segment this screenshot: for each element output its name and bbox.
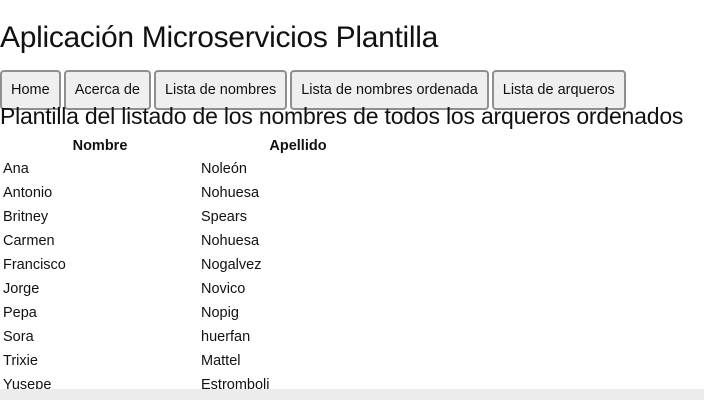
table-row: Sora huerfan: [2, 326, 396, 348]
section-title: Plantilla del listado de los nombres de …: [0, 103, 684, 129]
table-row: Antonio Nohuesa: [2, 182, 396, 204]
cell-apellido: Spears: [201, 209, 247, 225]
cell-nombre: Sora: [3, 329, 34, 345]
horizontal-scrollbar[interactable]: [0, 389, 704, 400]
table-header-row: Nombre Apellido: [2, 136, 396, 156]
names-table: Nombre Apellido Ana Noleón Antonio Nohue…: [0, 134, 398, 398]
cell-apellido: huerfan: [201, 329, 251, 345]
cell-nombre: Carmen: [3, 233, 55, 249]
table-row: Jorge Novico: [2, 278, 396, 300]
page: Aplicación Microservicios Plantilla Home…: [0, 0, 704, 400]
cell-nombre: Trixie: [3, 353, 38, 369]
table-row: Pepa Nopig: [2, 302, 396, 324]
cell-nombre: Antonio: [3, 185, 53, 201]
cell-apellido: Nohuesa: [201, 185, 260, 201]
column-header-apellido: Apellido: [269, 138, 327, 154]
table-row: Ana Noleón: [2, 158, 396, 180]
table-row: Carmen Nohuesa: [2, 230, 396, 252]
table-row: Francisco Nogalvez: [2, 254, 396, 276]
cell-nombre: Francisco: [3, 257, 66, 273]
cell-nombre: Pepa: [3, 305, 37, 321]
cell-nombre: Britney: [3, 209, 49, 225]
cell-apellido: Nogalvez: [201, 257, 262, 273]
cell-apellido: Mattel: [201, 353, 241, 369]
app-title: Aplicación Microservicios Plantilla: [0, 21, 438, 54]
column-header-nombre: Nombre: [72, 138, 128, 154]
cell-apellido: Nohuesa: [201, 233, 260, 249]
table-row: Britney Spears: [2, 206, 396, 228]
cell-apellido: Noleón: [201, 161, 247, 177]
table-row: Trixie Mattel: [2, 350, 396, 372]
cell-nombre: Jorge: [3, 281, 40, 297]
cell-apellido: Nopig: [201, 305, 239, 321]
cell-apellido: Novico: [201, 281, 246, 297]
cell-nombre: Ana: [3, 161, 29, 177]
